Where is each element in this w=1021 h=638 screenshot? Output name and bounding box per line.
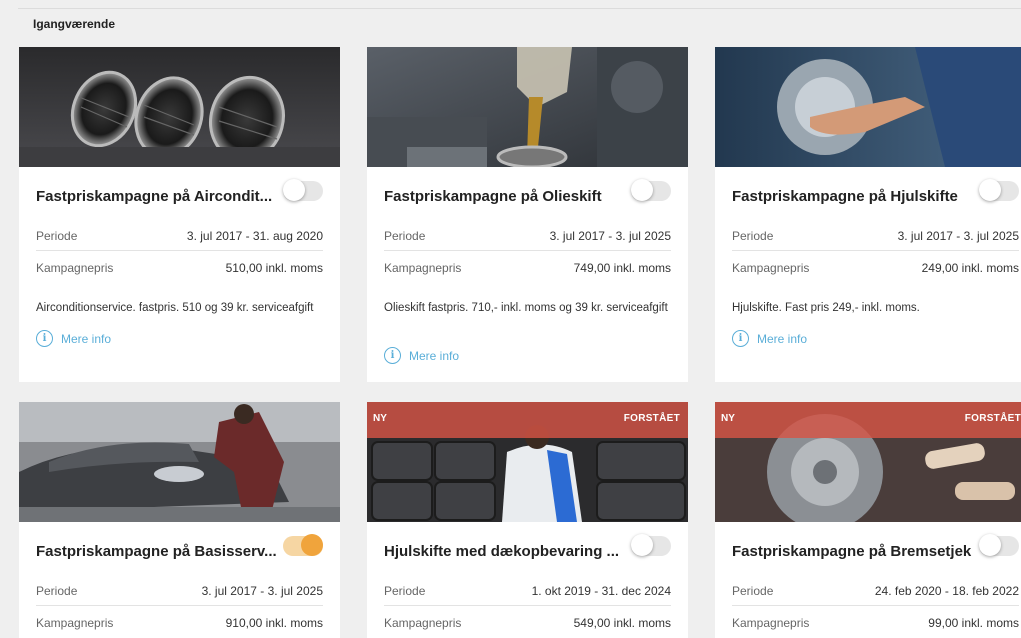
- campaign-toggle[interactable]: [631, 179, 671, 201]
- price-row: Kampagnepris 910,00 inkl. moms: [36, 607, 323, 638]
- understood-badge: FORSTÅET: [623, 413, 680, 424]
- campaign-toggle[interactable]: [283, 179, 323, 201]
- more-info-label: Mere info: [409, 348, 460, 363]
- section-title: Igangværende: [33, 17, 116, 31]
- new-badge: NY: [721, 413, 735, 424]
- period-label: Periode: [732, 584, 774, 598]
- period-value: 3. jul 2017 - 3. jul 2025: [897, 229, 1019, 243]
- campaign-card-olieskift[interactable]: Fastpriskampagne på Olieskift Periode 3. …: [367, 47, 688, 382]
- info-icon: i: [384, 347, 401, 364]
- price-row: Kampagnepris 549,00 inkl. moms: [384, 607, 671, 638]
- oil-pouring-image: [367, 47, 688, 167]
- price-row: Kampagnepris 510,00 inkl. moms: [36, 252, 323, 283]
- campaign-toggle[interactable]: [979, 179, 1019, 201]
- toggle-knob: [631, 534, 653, 556]
- campaign-card-basisservice[interactable]: Fastpriskampagne på Basisserv... Periode…: [19, 402, 340, 638]
- price-row: Kampagnepris 749,00 inkl. moms: [384, 252, 671, 283]
- car-air-vents-image: [19, 47, 340, 167]
- toggle-knob: [979, 534, 1001, 556]
- new-badge: NY: [373, 413, 387, 424]
- campaign-card-hjulskifte[interactable]: Fastpriskampagne på Hjulskifte Periode 3.…: [715, 47, 1021, 382]
- price-label: Kampagnepris: [384, 261, 462, 275]
- tire-storage-image: NY FORSTÅET: [367, 402, 688, 522]
- campaign-toggle[interactable]: [283, 534, 323, 556]
- period-row: Periode 3. jul 2017 - 31. aug 2020: [36, 220, 323, 251]
- period-label: Periode: [384, 229, 426, 243]
- card-description: Airconditionservice. fastpris. 510 og 39…: [36, 302, 314, 314]
- more-info-link[interactable]: i Mere info: [36, 330, 111, 347]
- price-value: 549,00 inkl. moms: [573, 616, 671, 630]
- period-value: 3. jul 2017 - 31. aug 2020: [186, 229, 323, 243]
- wheel-change-image: [715, 47, 1021, 167]
- status-banner: NY FORSTÅET: [367, 402, 688, 438]
- campaign-card-hjulskifte-daekopbevaring[interactable]: NY FORSTÅET Hjulskifte med dækopbevaring …: [367, 402, 688, 638]
- campaign-card-aircondition[interactable]: Fastpriskampagne på Aircondit... Periode…: [19, 47, 340, 382]
- top-divider: [18, 8, 1021, 9]
- campaign-card-bremsetjek[interactable]: NY FORSTÅET Fastpriskampagne på Bremsetje…: [715, 402, 1021, 638]
- card-description: Olieskift fastpris. 710,- inkl. moms og …: [384, 302, 668, 314]
- period-value: 24. feb 2020 - 18. feb 2022: [874, 584, 1019, 598]
- toggle-knob: [283, 179, 305, 201]
- price-row: Kampagnepris 249,00 inkl. moms: [732, 252, 1019, 283]
- price-row: Kampagnepris 99,00 inkl. moms: [732, 607, 1019, 638]
- price-label: Kampagnepris: [36, 616, 114, 630]
- brake-disc-image: NY FORSTÅET: [715, 402, 1021, 522]
- period-row: Periode 3. jul 2017 - 3. jul 2025: [384, 220, 671, 251]
- period-value: 1. okt 2019 - 31. dec 2024: [531, 584, 671, 598]
- price-label: Kampagnepris: [732, 261, 810, 275]
- campaign-toggle[interactable]: [631, 534, 671, 556]
- price-value: 749,00 inkl. moms: [573, 261, 671, 275]
- card-title: Fastpriskampagne på Aircondit...: [36, 188, 273, 205]
- card-title: Fastpriskampagne på Olieskift: [384, 188, 602, 205]
- price-label: Kampagnepris: [384, 616, 462, 630]
- card-description: Hjulskifte. Fast pris 249,- inkl. moms.: [732, 302, 920, 314]
- info-icon: i: [36, 330, 53, 347]
- price-label: Kampagnepris: [732, 616, 810, 630]
- period-row: Periode 1. okt 2019 - 31. dec 2024: [384, 575, 671, 606]
- status-banner: NY FORSTÅET: [715, 402, 1021, 438]
- period-row: Periode 3. jul 2017 - 3. jul 2025: [732, 220, 1019, 251]
- period-label: Periode: [36, 584, 78, 598]
- card-title: Fastpriskampagne på Basisserv...: [36, 543, 276, 560]
- period-value: 3. jul 2017 - 3. jul 2025: [201, 584, 323, 598]
- card-title: Fastpriskampagne på Bremsetjek: [732, 543, 972, 560]
- price-value: 249,00 inkl. moms: [921, 261, 1019, 275]
- card-title: Fastpriskampagne på Hjulskifte: [732, 188, 958, 205]
- period-label: Periode: [732, 229, 774, 243]
- period-row: Periode 24. feb 2020 - 18. feb 2022: [732, 575, 1019, 606]
- price-value: 510,00 inkl. moms: [225, 261, 323, 275]
- mechanic-car-image: [19, 402, 340, 522]
- more-info-label: Mere info: [757, 331, 808, 346]
- price-value: 99,00 inkl. moms: [928, 616, 1019, 630]
- more-info-link[interactable]: i Mere info: [732, 330, 807, 347]
- period-value: 3. jul 2017 - 3. jul 2025: [549, 229, 671, 243]
- card-title: Hjulskifte med dækopbevaring ...: [384, 543, 620, 560]
- campaign-toggle[interactable]: [979, 534, 1019, 556]
- price-label: Kampagnepris: [36, 261, 114, 275]
- period-label: Periode: [384, 584, 426, 598]
- toggle-knob: [979, 179, 1001, 201]
- toggle-knob: [631, 179, 653, 201]
- more-info-label: Mere info: [61, 331, 112, 346]
- period-label: Periode: [36, 229, 78, 243]
- period-row: Periode 3. jul 2017 - 3. jul 2025: [36, 575, 323, 606]
- understood-badge: FORSTÅET: [964, 413, 1021, 424]
- more-info-link[interactable]: i Mere info: [384, 347, 459, 364]
- info-icon: i: [732, 330, 749, 347]
- toggle-knob: [301, 534, 323, 556]
- price-value: 910,00 inkl. moms: [225, 616, 323, 630]
